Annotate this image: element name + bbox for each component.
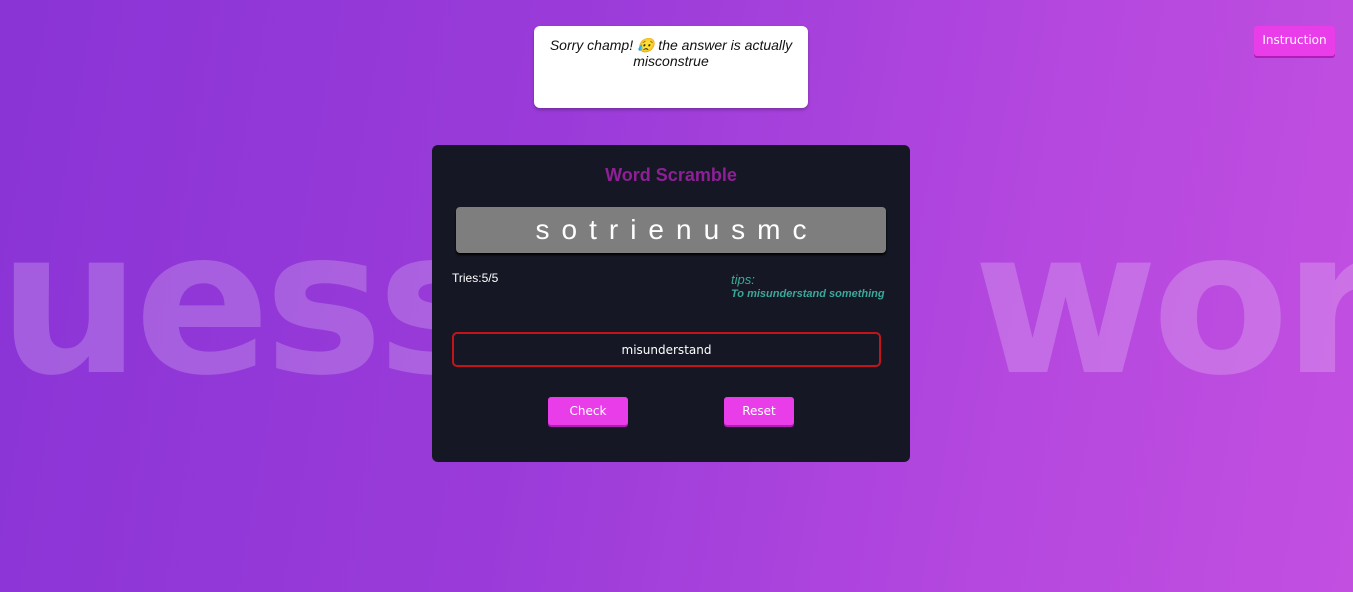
tries-label: Tries: [452, 271, 482, 285]
tips-label: tips: [731, 272, 755, 287]
reset-button[interactable]: Reset [724, 397, 794, 425]
check-button[interactable]: Check [548, 397, 628, 425]
tries-value: 5/5 [481, 271, 499, 285]
tries-counter: Tries:5/5 [452, 271, 498, 285]
answer-input[interactable] [452, 332, 881, 367]
message-text-start: Sorry champ! [549, 37, 637, 53]
game-title: Word Scramble [605, 165, 737, 185]
message-text-end: the answer is actually misconstrue [633, 37, 793, 69]
tips-text: To misunderstand something [731, 288, 885, 300]
game-card: Word Scramble sotrienusmc Tries:5/5 tips… [432, 145, 910, 462]
scrambled-word: sotrienusmc [456, 207, 886, 253]
instruction-button[interactable]: Instruction [1254, 26, 1335, 56]
tips-section: tips: To misunderstand something [731, 272, 885, 300]
result-message: Sorry champ! 😥 the answer is actually mi… [534, 26, 808, 108]
sad-face-emoji-icon: 😥 [636, 37, 655, 53]
